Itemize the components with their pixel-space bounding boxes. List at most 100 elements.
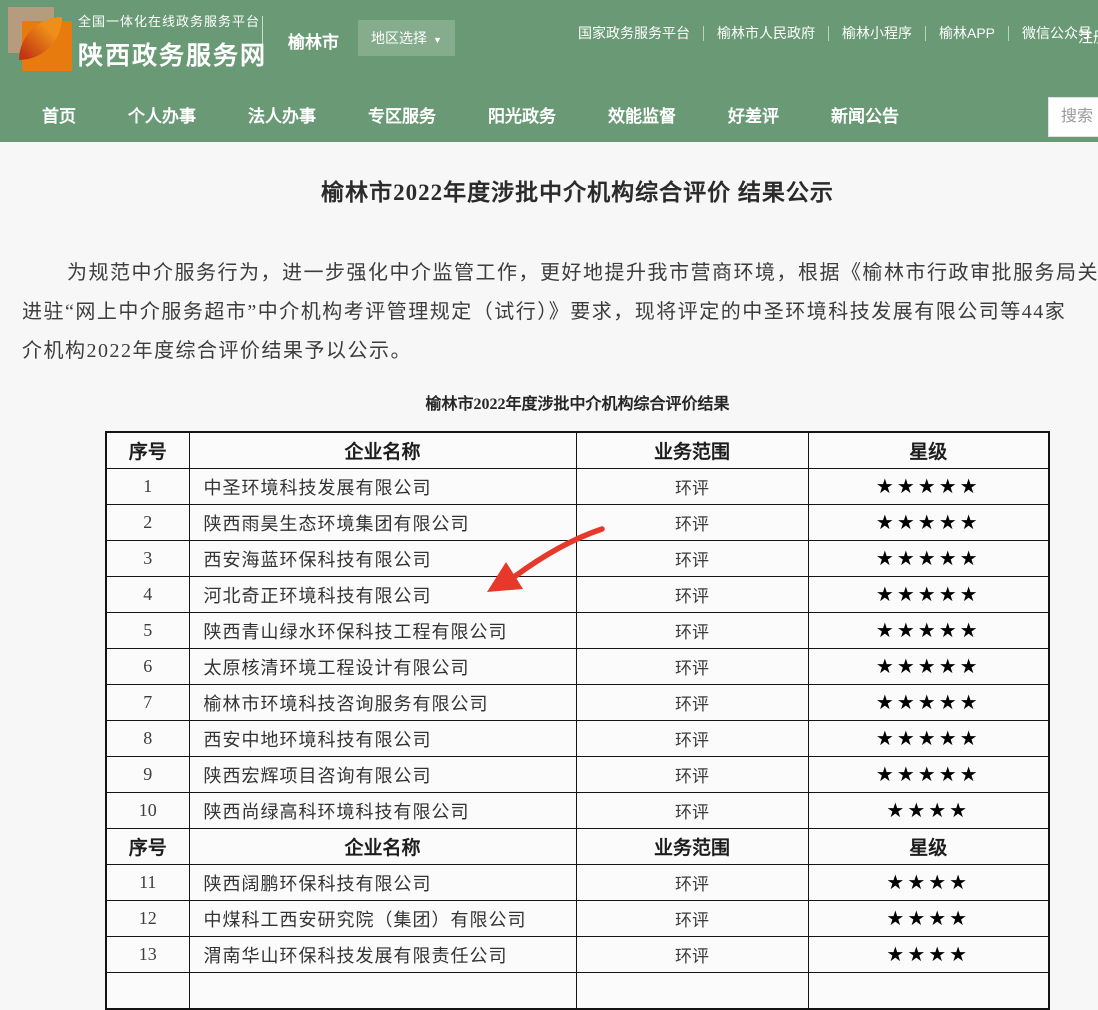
company-name: 西安中地环境科技有限公司 — [189, 721, 576, 757]
row-number: 13 — [106, 937, 189, 973]
paragraph-line: 介机构2022年度综合评价结果予以公示。 — [0, 332, 1098, 371]
nav-item-4[interactable]: 阳光政务 — [488, 102, 556, 127]
page-title: 榆林市2022年度涉批中介机构综合评价 结果公示 — [0, 174, 1098, 212]
company-name: 太原核清环境工程设计有限公司 — [189, 649, 576, 685]
table-header-row: 序号企业名称业务范围星级 — [106, 432, 1049, 469]
business-scope: 环评 — [576, 793, 808, 829]
table-row: 12中煤科工西安研究院（集团）有限公司环评★★★★ — [106, 901, 1049, 937]
site-name: 陕西政务服务网 — [78, 36, 267, 72]
table-row-partial — [106, 973, 1049, 1010]
table-caption: 榆林市2022年度涉批中介机构综合评价结果 — [0, 394, 1098, 416]
company-name: 陕西青山绿水环保科技工程有限公司 — [189, 613, 576, 649]
business-scope: 环评 — [576, 505, 808, 541]
company-name: 河北奇正环境科技有限公司 — [189, 577, 576, 613]
company-name: 中圣环境科技发展有限公司 — [189, 469, 576, 505]
table-row: 5陕西青山绿水环保科技工程有限公司环评★★★★★ — [106, 613, 1049, 649]
company-name: 榆林市环境科技咨询服务有限公司 — [189, 685, 576, 721]
column-header: 星级 — [808, 432, 1049, 469]
table-row: 13渭南华山环保科技发展有限责任公司环评★★★★ — [106, 937, 1049, 973]
row-number: 10 — [106, 793, 189, 829]
table-row: 3西安海蓝环保科技有限公司环评★★★★★ — [106, 541, 1049, 577]
nav-item-5[interactable]: 效能监督 — [608, 102, 676, 127]
top-link-0[interactable]: 国家政务服务平台 — [578, 26, 704, 41]
company-name: 渭南华山环保科技发展有限责任公司 — [189, 937, 576, 973]
column-header: 星级 — [808, 829, 1049, 865]
row-number: 7 — [106, 685, 189, 721]
announcement-content: 榆林市2022年度涉批中介机构综合评价 结果公示 为规范中介服务行为，进一步强化… — [0, 142, 1098, 1010]
top-link-1[interactable]: 榆林市人民政府 — [704, 26, 829, 41]
page: 全国一体化在线政务服务平台 陕西政务服务网 榆林市 地区选择 ▼ 国家政务服务平台… — [0, 0, 1098, 1010]
site-header: 全国一体化在线政务服务平台 陕西政务服务网 榆林市 地区选择 ▼ 国家政务服务平台… — [0, 0, 1098, 142]
star-rating: ★★★★★ — [808, 649, 1049, 685]
nav-item-6[interactable]: 好差评 — [728, 102, 779, 127]
row-number: 9 — [106, 757, 189, 793]
table-row: 2陕西雨昊生态环境集团有限公司环评★★★★★ — [106, 505, 1049, 541]
column-header: 序号 — [106, 432, 189, 469]
evaluation-table-body: 序号企业名称业务范围星级1中圣环境科技发展有限公司环评★★★★★2陕西雨昊生态环… — [106, 432, 1049, 1009]
auth-links: 注册 — [1078, 26, 1098, 47]
nav-item-2[interactable]: 法人办事 — [248, 102, 316, 127]
top-external-links: 国家政务服务平台榆林市人民政府榆林小程序榆林APP微信公众号 — [578, 26, 1098, 41]
nav-item-3[interactable]: 专区服务 — [368, 102, 436, 127]
brand-text: 全国一体化在线政务服务平台 陕西政务服务网 — [78, 11, 267, 72]
company-name: 中煤科工西安研究院（集团）有限公司 — [189, 901, 576, 937]
column-header: 业务范围 — [576, 829, 808, 865]
nav-item-7[interactable]: 新闻公告 — [831, 102, 899, 127]
row-number: 11 — [106, 865, 189, 901]
nav-item-1[interactable]: 个人办事 — [128, 102, 196, 127]
company-name: 陕西尚绿高科环境科技有限公司 — [189, 793, 576, 829]
table-row: 1中圣环境科技发展有限公司环评★★★★★ — [106, 469, 1049, 505]
top-link-2[interactable]: 榆林小程序 — [829, 26, 926, 41]
register-link[interactable]: 注册 — [1078, 29, 1098, 46]
search-input[interactable] — [1048, 97, 1098, 137]
star-rating: ★★★★ — [808, 793, 1049, 829]
star-rating: ★★★★★ — [808, 685, 1049, 721]
paragraph-line: 为规范中介服务行为，进一步强化中介监管工作，更好地提升我市营商环境，根据《榆林市… — [0, 254, 1098, 293]
company-name: 西安海蓝环保科技有限公司 — [189, 541, 576, 577]
business-scope: 环评 — [576, 865, 808, 901]
star-rating: ★★★★★ — [808, 721, 1049, 757]
row-number: 2 — [106, 505, 189, 541]
table-row: 6太原核清环境工程设计有限公司环评★★★★★ — [106, 649, 1049, 685]
column-header: 企业名称 — [189, 432, 576, 469]
region-selector-button[interactable]: 地区选择 ▼ — [358, 20, 455, 56]
chevron-down-icon: ▼ — [433, 35, 442, 45]
business-scope: 环评 — [576, 757, 808, 793]
star-rating: ★★★★★ — [808, 505, 1049, 541]
row-number: 12 — [106, 901, 189, 937]
company-name: 陕西雨昊生态环境集团有限公司 — [189, 505, 576, 541]
current-city-label: 榆林市 — [288, 28, 339, 53]
business-scope: 环评 — [576, 577, 808, 613]
row-number: 6 — [106, 649, 189, 685]
column-header: 序号 — [106, 829, 189, 865]
business-scope: 环评 — [576, 541, 808, 577]
company-name: 陕西阔鹏环保科技有限公司 — [189, 865, 576, 901]
column-header: 企业名称 — [189, 829, 576, 865]
business-scope: 环评 — [576, 721, 808, 757]
business-scope: 环评 — [576, 469, 808, 505]
main-navigation: 首页 个人办事 法人办事 专区服务 阳光政务 效能监督 好差评 新闻公告 — [0, 86, 1098, 142]
business-scope: 环评 — [576, 649, 808, 685]
star-rating: ★★★★★ — [808, 757, 1049, 793]
star-rating: ★★★★ — [808, 937, 1049, 973]
table-row: 7榆林市环境科技咨询服务有限公司环评★★★★★ — [106, 685, 1049, 721]
column-header: 业务范围 — [576, 432, 808, 469]
top-link-3[interactable]: 榆林APP — [926, 26, 1009, 41]
star-rating: ★★★★ — [808, 865, 1049, 901]
nav-item-0[interactable]: 首页 — [42, 102, 76, 127]
star-rating: ★★★★★ — [808, 469, 1049, 505]
row-number: 4 — [106, 577, 189, 613]
announcement-paragraph: 为规范中介服务行为，进一步强化中介监管工作，更好地提升我市营商环境，根据《榆林市… — [0, 254, 1098, 371]
table-row: 8西安中地环境科技有限公司环评★★★★★ — [106, 721, 1049, 757]
table-header-row: 序号企业名称业务范围星级 — [106, 829, 1049, 865]
row-number: 1 — [106, 469, 189, 505]
paragraph-line: 进驻“网上中介服务超市”中介机构考评管理规定（试行）》要求，现将评定的中圣环境科… — [0, 293, 1098, 332]
company-name: 陕西宏辉项目咨询有限公司 — [189, 757, 576, 793]
table-row: 10陕西尚绿高科环境科技有限公司环评★★★★ — [106, 793, 1049, 829]
header-divider — [262, 16, 263, 62]
platform-tagline: 全国一体化在线政务服务平台 — [78, 11, 267, 30]
site-logo-icon[interactable] — [8, 7, 72, 71]
star-rating: ★★★★★ — [808, 577, 1049, 613]
region-selector-label: 地区选择 — [371, 30, 427, 46]
table-row: 4河北奇正环境科技有限公司环评★★★★★ — [106, 577, 1049, 613]
